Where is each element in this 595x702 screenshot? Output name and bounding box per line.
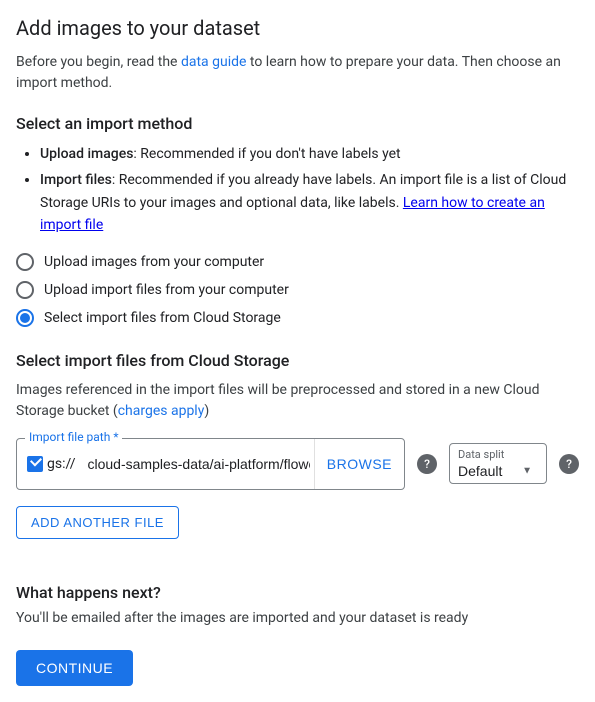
what-next-description: You'll be emailed after the images are i… bbox=[16, 610, 579, 626]
radio-upload-images[interactable] bbox=[16, 253, 34, 271]
method-bullets: Upload images: Recommended if you don't … bbox=[16, 143, 579, 237]
data-split-select-wrapper: Default Manual Auto ▼ bbox=[458, 463, 538, 479]
bullet-import-label: Import files bbox=[40, 172, 112, 188]
radio-cloud-storage-label: Select import files from Cloud Storage bbox=[44, 310, 281, 326]
bullet-upload-desc: : Recommended if you don't have labels y… bbox=[133, 146, 400, 162]
import-file-label: Import file path * bbox=[25, 430, 122, 444]
cloud-storage-description: Images referenced in the import files wi… bbox=[16, 380, 579, 422]
intro-text: Before you begin, read the data guide to… bbox=[16, 52, 579, 94]
data-split-help-icon[interactable]: ? bbox=[559, 454, 579, 474]
radio-upload-import-label: Upload import files from your computer bbox=[44, 282, 289, 298]
import-file-group: Import file path * gs:// BROWSE bbox=[16, 438, 405, 490]
gs-prefix: gs:// bbox=[47, 456, 76, 472]
charges-apply-link[interactable]: charges apply bbox=[118, 403, 205, 419]
radio-cloud-storage[interactable] bbox=[16, 309, 34, 327]
browse-button[interactable]: BROWSE bbox=[314, 439, 404, 489]
intro-before-link: Before you begin, read the bbox=[16, 54, 181, 70]
data-split-label: Data split bbox=[458, 448, 538, 461]
file-path-input[interactable] bbox=[84, 456, 314, 472]
select-method-title: Select an import method bbox=[16, 114, 579, 133]
data-guide-link[interactable]: data guide bbox=[181, 54, 246, 70]
import-help-icon[interactable]: ? bbox=[417, 454, 437, 474]
radio-upload-import[interactable] bbox=[16, 281, 34, 299]
continue-button[interactable]: CONTINUE bbox=[16, 650, 133, 686]
description-after: ) bbox=[204, 403, 209, 419]
bullet-import-files: Import files: Recommended if you already… bbox=[40, 169, 579, 236]
bullet-upload-images: Upload images: Recommended if you don't … bbox=[40, 143, 579, 165]
data-split-select[interactable]: Default Manual Auto bbox=[458, 463, 538, 479]
radio-option-cloud-storage[interactable]: Select import files from Cloud Storage bbox=[16, 309, 579, 327]
import-file-row: Import file path * gs:// BROWSE ? Data s… bbox=[16, 438, 579, 490]
gs-checkbox[interactable] bbox=[27, 456, 43, 472]
data-split-help-symbol: ? bbox=[566, 457, 572, 471]
checkbox-gs-wrapper: gs:// bbox=[17, 456, 84, 472]
data-split-field: Data split Default Manual Auto ▼ bbox=[449, 443, 547, 484]
help-icon-symbol: ? bbox=[424, 457, 430, 471]
radio-group: Upload images from your computer Upload … bbox=[16, 253, 579, 327]
radio-option-upload-import[interactable]: Upload import files from your computer bbox=[16, 281, 579, 299]
radio-option-upload-images[interactable]: Upload images from your computer bbox=[16, 253, 579, 271]
bullet-upload-label: Upload images bbox=[40, 146, 133, 162]
description-before: Images referenced in the import files wi… bbox=[16, 382, 540, 419]
add-another-file-button[interactable]: ADD ANOTHER FILE bbox=[16, 506, 179, 539]
cloud-storage-section: Select import files from Cloud Storage I… bbox=[16, 351, 579, 563]
page-title: Add images to your dataset bbox=[16, 16, 579, 40]
what-next-title: What happens next? bbox=[16, 583, 579, 602]
radio-upload-images-label: Upload images from your computer bbox=[44, 254, 264, 270]
cloud-storage-title: Select import files from Cloud Storage bbox=[16, 351, 579, 370]
